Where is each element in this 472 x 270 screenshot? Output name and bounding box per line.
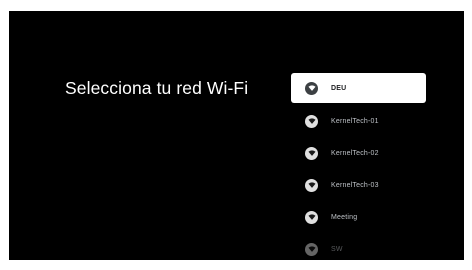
- network-label: SW: [331, 245, 343, 253]
- wifi-icon: [305, 146, 318, 160]
- wifi-icon: [305, 242, 318, 256]
- network-label: KernelTech-02: [331, 149, 379, 157]
- network-label: DEU: [331, 84, 347, 92]
- network-item-deu[interactable]: DEU: [291, 73, 426, 103]
- wifi-icon: [305, 178, 318, 192]
- wifi-icon: [305, 210, 318, 224]
- network-item-kerneltech-01[interactable]: KernelTech-01: [291, 106, 426, 136]
- wifi-icon: [305, 81, 318, 95]
- network-label: KernelTech-03: [331, 181, 379, 189]
- network-item-kerneltech-03[interactable]: KernelTech-03: [291, 170, 426, 200]
- page-title: Selecciona tu red Wi-Fi: [65, 78, 249, 98]
- network-item-kerneltech-02[interactable]: KernelTech-02: [291, 138, 426, 168]
- tv-screen: Selecciona tu red Wi-Fi DEU KernelTech-0…: [9, 11, 464, 260]
- network-label: KernelTech-01: [331, 117, 379, 125]
- network-label: Meeting: [331, 213, 358, 221]
- network-item-sw[interactable]: SW: [291, 234, 426, 260]
- network-item-meeting[interactable]: Meeting: [291, 202, 426, 232]
- wifi-icon: [305, 114, 318, 128]
